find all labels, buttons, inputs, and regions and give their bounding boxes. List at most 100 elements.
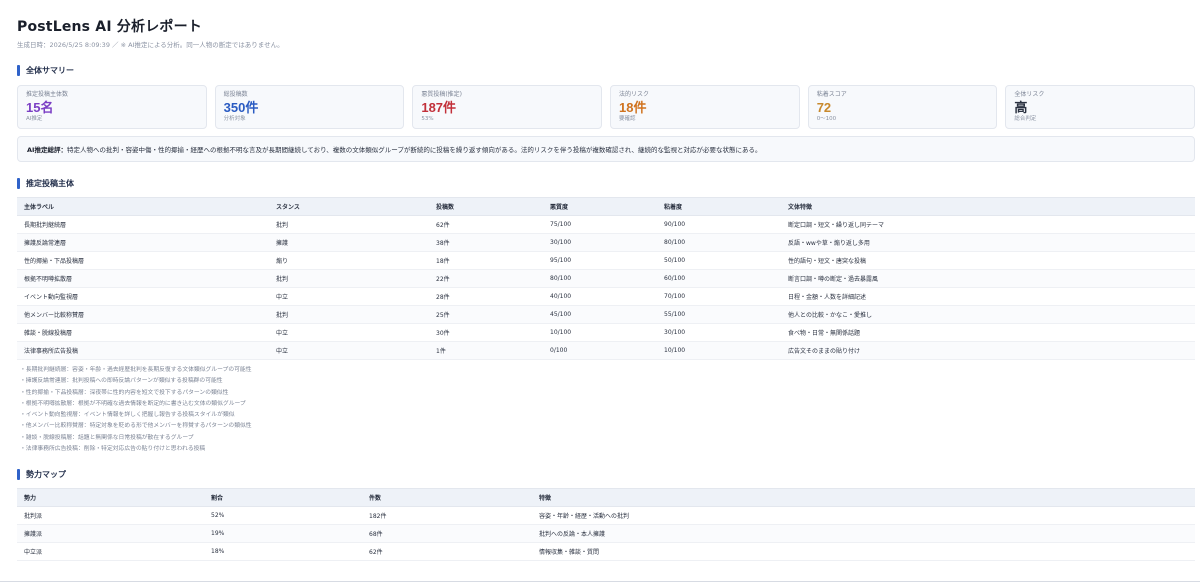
table-row: 長期批判継続層 批判 62件 75/100 90/100 断定口調・短文・繰り返し同テーマ (17, 215, 1195, 234)
table-cell: 19% (204, 524, 362, 544)
table-cell: 中立 (269, 287, 429, 306)
table-cell: 批判 (269, 269, 429, 288)
table-cell: 中立 (269, 323, 429, 342)
column-header: 主体ラベル (17, 197, 269, 216)
table-cell: 食べ物・日常・無関係話題 (781, 323, 1195, 342)
table-cell: 18% (204, 542, 362, 562)
table-cell: 30件 (429, 323, 543, 342)
table-cell: 長期批判継続層 (17, 215, 269, 234)
table-cell: 擁護反論常連層 (17, 233, 269, 252)
table-cell: 批判 (269, 305, 429, 324)
note-item: ・法律事務所広告投稿：削除・特定対応広告の貼り付けと思われる投稿 (20, 446, 206, 453)
section-accent-bar (17, 64, 20, 76)
table-cell: 62件 (429, 215, 543, 234)
power-section-title: 勢力マップ (26, 469, 66, 479)
table-cell: 22件 (429, 269, 543, 288)
card-value: 350件 (223, 100, 259, 115)
table-cell: 80/100 (543, 269, 657, 288)
generated-meta: 生成日時：2026/5/25 8:09:39 ／ ※ AI推定による分析。同一人… (17, 41, 284, 49)
card-value: 18件 (619, 100, 647, 115)
actors-table-body: 長期批判継続層 批判 62件 75/100 90/100 断定口調・短文・繰り返し同テーマ… (17, 215, 1195, 360)
summary-section-heading: 全体サマリー (17, 64, 1195, 76)
table-row: 性的揶揄・下品投稿層 煽り 18件 95/100 50/100 性的語句・短文・唐突な投稿 (17, 251, 1195, 270)
actors-table-header: 主体ラベル スタンス 投稿数 悪質度 粘着度 文体特徴 (17, 197, 1195, 216)
column-header: 件数 (362, 488, 532, 508)
table-cell: 80/100 (657, 233, 781, 252)
card-sub: 分析対象 (223, 116, 246, 122)
note-item: ・根拠不明噂拡散層：根拠が不明確な過去情報を断定的に書き込む文体の類似グループ (20, 400, 246, 407)
table-cell: 他人との比較・かなこ・愛推し (781, 305, 1195, 324)
table-cell: 擁護 (269, 233, 429, 252)
table-cell: 62件 (362, 542, 532, 562)
summary-card: 悪質投稿(推定) 187件 53% (412, 85, 603, 129)
table-row: 他メンバー比較称賛層 批判 25件 45/100 55/100 他人との比較・かなこ・愛推… (17, 305, 1195, 324)
table-cell: 55/100 (657, 305, 781, 324)
table-cell: 反語・wwや草・煽り返し多用 (781, 233, 1195, 252)
card-label: 全体リスク (1014, 91, 1045, 98)
column-header: 勢力 (17, 488, 204, 508)
column-header: スタンス (269, 197, 429, 216)
power-table-header: 勢力 割合 件数 特徴 (17, 488, 1195, 508)
table-cell: 0/100 (543, 341, 657, 360)
table-row: 雑談・脱線投稿層 中立 30件 10/100 30/100 食べ物・日常・無関係話題 (17, 323, 1195, 342)
ai-summary-box: AI推定総評：特定人物への批判・容姿中傷・性的揶揄・経歴への根拠不明な言及が長期… (17, 136, 1195, 162)
card-value: 72 (816, 100, 832, 115)
note-item: ・他メンバー比較称賛層：特定対象を貶める形で他メンバーを称賛するパターンの類似性 (20, 423, 252, 430)
page-title: PostLens AI 分析レポート (17, 19, 203, 35)
table-cell: 法律事務所広告投稿 (17, 341, 269, 360)
table-row: 批判派 52% 182件 容姿・年齢・経歴・活動への批判 (17, 506, 1195, 526)
column-header: 悪質度 (543, 197, 657, 216)
column-header: 投稿数 (429, 197, 543, 216)
table-cell: 25件 (429, 305, 543, 324)
table-cell: 182件 (362, 506, 532, 526)
power-map-table: 勢力 割合 件数 特徴 批判派 52% 182件 容姿・年齢・経歴・活動への批判 擁護派 19%… (17, 488, 1195, 562)
table-row: 擁護反論常連層 擁護 38件 30/100 80/100 反語・wwや草・煽り返し多用 (17, 233, 1195, 252)
table-cell: 批判 (269, 215, 429, 234)
table-cell: 情報収集・雑談・質問 (532, 542, 1195, 562)
summary-card: 法的リスク 18件 要確認 (610, 85, 800, 129)
note-item: ・イベント動向監視層：イベント情報を詳しく把握し報告する投稿スタイルが類似 (20, 412, 235, 419)
table-cell: 中立派 (17, 542, 204, 562)
card-value: 187件 (421, 100, 457, 115)
card-sub: 53% (421, 116, 434, 122)
note-item: ・雑談・脱線投稿層：話題と無関係な日常投稿が散在するグループ (20, 434, 194, 441)
card-label: 法的リスク (619, 91, 650, 98)
table-row: 根拠不明噂拡散層 批判 22件 80/100 60/100 断言口調・噂の断定・過去暴露風 (17, 269, 1195, 288)
column-header: 粘着度 (657, 197, 781, 216)
card-sub: 要確認 (619, 116, 636, 122)
table-cell: 70/100 (657, 287, 781, 306)
report-page: PostLens AI 分析レポート 生成日時：2026/5/25 8:09:3… (17, 16, 1196, 562)
power-table-body: 批判派 52% 182件 容姿・年齢・経歴・活動への批判 擁護派 19% 68件 批判への反論… (17, 506, 1195, 562)
table-row: 中立派 18% 62件 情報収集・雑談・質問 (17, 542, 1195, 562)
table-cell: 批判への反論・本人擁護 (532, 524, 1195, 544)
actors-notes: ・長期批判継続層：容姿・年齢・過去経歴批判を長期反復する文体類似グループの可能性… (17, 365, 1195, 455)
table-cell: 18件 (429, 251, 543, 270)
table-cell: 30/100 (657, 323, 781, 342)
card-sub: AI推定 (26, 116, 43, 122)
table-cell: 断言口調・噂の断定・過去暴露風 (781, 269, 1195, 288)
table-cell: 52% (204, 506, 362, 526)
table-cell: 60/100 (657, 269, 781, 288)
section-accent-bar (17, 468, 20, 480)
table-cell: 75/100 (543, 215, 657, 234)
table-row: 擁護派 19% 68件 批判への反論・本人擁護 (17, 524, 1195, 544)
summary-section-title: 全体サマリー (26, 65, 74, 75)
summary-card: 粘着スコア 72 0〜100 (807, 85, 998, 129)
column-header: 文体特徴 (781, 197, 1195, 216)
table-cell: 40/100 (543, 287, 657, 306)
table-cell: 90/100 (657, 215, 781, 234)
table-cell: 68件 (362, 524, 532, 544)
section-accent-bar (17, 177, 20, 189)
table-cell: 28件 (429, 287, 543, 306)
card-value: 15名 (26, 100, 54, 115)
summary-card: 総投稿数 350件 分析対象 (214, 85, 405, 129)
card-label: 粘着スコア (816, 91, 847, 98)
table-cell: 日程・金額・人数を詳細記述 (781, 287, 1195, 306)
table-cell: 50/100 (657, 251, 781, 270)
ai-summary-text: 特定人物への批判・容姿中傷・性的揶揄・経歴への根拠不明な言及が長期間継続しており… (66, 146, 762, 154)
table-cell: 10/100 (657, 341, 781, 360)
note-item: ・性的揶揄・下品投稿層：深夜帯に性的内容を短文で投下するパターンの類似性 (20, 389, 229, 396)
table-cell: 45/100 (543, 305, 657, 324)
actors-table: 主体ラベル スタンス 投稿数 悪質度 粘着度 文体特徴 長期批判継続層 批判 62件 75/10… (17, 197, 1195, 360)
table-cell: 30/100 (543, 233, 657, 252)
